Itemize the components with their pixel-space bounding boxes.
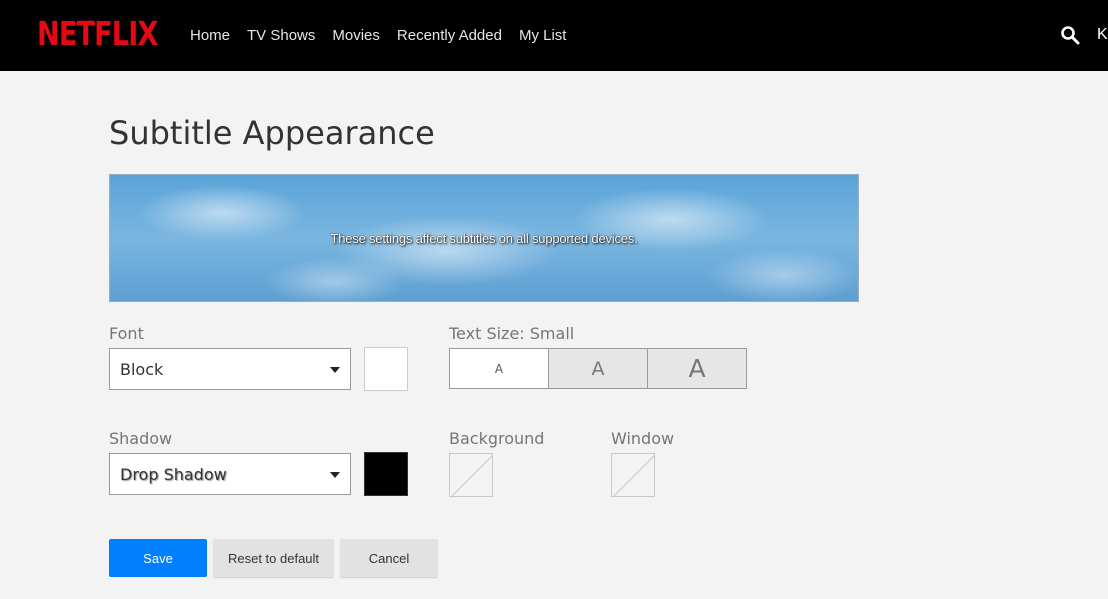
nav-home[interactable]: Home: [190, 27, 230, 44]
profile-menu[interactable]: K: [1097, 26, 1108, 44]
text-size-large[interactable]: A: [647, 349, 746, 388]
background-label: Background: [449, 429, 545, 448]
nav-movies[interactable]: Movies: [332, 27, 380, 44]
chevron-down-icon: [330, 472, 340, 478]
shadow-select-value: Drop Shadow: [120, 464, 227, 484]
shadow-color-swatch[interactable]: [364, 452, 408, 496]
primary-nav: Home TV Shows Movies Recently Added My L…: [190, 0, 583, 71]
nav-recently-added[interactable]: Recently Added: [397, 27, 502, 44]
font-label: Font: [109, 324, 144, 343]
search-icon[interactable]: [1060, 25, 1080, 45]
no-color-icon: [613, 455, 654, 496]
text-size-label: Text Size: Small: [449, 324, 575, 343]
shadow-select[interactable]: Drop Shadow: [109, 453, 351, 495]
text-size-group: A A A: [449, 348, 747, 389]
font-select-value: Block: [120, 359, 164, 379]
cancel-button[interactable]: Cancel: [340, 539, 438, 577]
chevron-down-icon: [330, 367, 340, 373]
shadow-label: Shadow: [109, 429, 173, 448]
font-color-swatch[interactable]: [364, 347, 408, 391]
window-label: Window: [611, 429, 675, 448]
nav-tv-shows[interactable]: TV Shows: [247, 27, 315, 44]
background-color-swatch[interactable]: [449, 453, 493, 497]
nav-my-list[interactable]: My List: [519, 27, 567, 44]
save-button[interactable]: Save: [109, 539, 207, 577]
top-nav-bar: NETFLIX Home TV Shows Movies Recently Ad…: [0, 0, 1108, 71]
netflix-logo[interactable]: NETFLIX: [37, 14, 158, 53]
text-size-small[interactable]: A: [450, 349, 548, 388]
preview-text: These settings affect subtitles on all s…: [330, 230, 638, 246]
window-color-swatch[interactable]: [611, 453, 655, 497]
no-color-icon: [451, 455, 492, 496]
subtitle-preview: These settings affect subtitles on all s…: [109, 174, 859, 302]
font-select[interactable]: Block: [109, 348, 351, 390]
reset-to-default-button[interactable]: Reset to default: [213, 539, 334, 577]
text-size-medium[interactable]: A: [548, 349, 647, 388]
page-title: Subtitle Appearance: [109, 114, 435, 152]
